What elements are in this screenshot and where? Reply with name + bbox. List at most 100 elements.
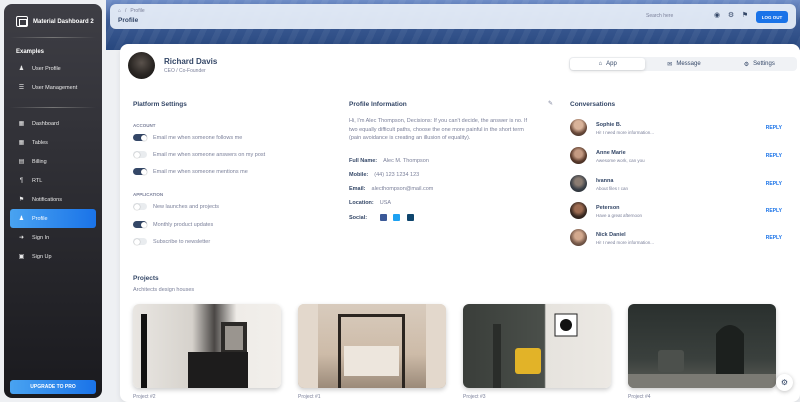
setting-row: New launches and projects	[133, 203, 219, 210]
home-icon: ⌂	[598, 61, 603, 67]
sidebar-item-label: User Profile	[32, 65, 61, 72]
project-image[interactable]	[463, 304, 611, 388]
project-illustration	[298, 304, 446, 388]
conversations-title: Conversations	[570, 101, 616, 108]
toggle-switch[interactable]	[133, 168, 147, 175]
breadcrumb: ⌂ / Profile	[118, 8, 145, 14]
toggle-switch[interactable]	[133, 238, 147, 245]
toggle-switch[interactable]	[133, 134, 147, 141]
avatar	[128, 52, 155, 79]
dashboard-logo-icon	[16, 16, 28, 27]
tab-app[interactable]: ⌂ App	[570, 58, 646, 70]
account-icon[interactable]: ◉	[713, 11, 721, 21]
sidebar-examples: ♟ User Profile ☰ User Management	[4, 59, 102, 97]
twitter-icon[interactable]	[393, 214, 401, 221]
setting-row: Subscribe to newsletter	[133, 238, 210, 245]
account-heading: ACCOUNT	[133, 123, 156, 128]
brand[interactable]: Material Dashboard 2	[4, 4, 102, 27]
project-illustration	[628, 325, 776, 388]
sidebar-item-dashboard[interactable]: ▦ Dashboard	[10, 114, 96, 133]
sidebar-item-profile[interactable]: ♟ Profile	[10, 209, 96, 228]
project-caption: Project #2	[133, 394, 156, 400]
table-icon: ▦	[18, 140, 25, 146]
project-image[interactable]	[133, 304, 281, 388]
sidebar-item-label: Notifications	[32, 196, 62, 203]
email-icon: ✉	[667, 61, 673, 68]
profile-name: Richard Davis	[164, 57, 218, 66]
edit-icon[interactable]: ✎	[548, 100, 553, 107]
project-image[interactable]	[298, 304, 446, 388]
toggle-switch[interactable]	[133, 221, 147, 228]
logout-button[interactable]: LOG OUT	[756, 11, 788, 23]
profile-tabs: ⌂ App ✉ Message ⚙ Settings	[569, 57, 797, 71]
gear-icon[interactable]: ⚙	[727, 11, 735, 21]
conversation-message: About files I can	[596, 186, 629, 191]
project-illustration	[493, 313, 578, 388]
instagram-icon[interactable]	[406, 214, 414, 221]
toggle-switch[interactable]	[133, 203, 147, 210]
sidebar-item-label: User Management	[32, 84, 78, 91]
search-input[interactable]: Search here	[644, 10, 706, 22]
sidebar-item-sign-up[interactable]: ▣ Sign Up	[10, 247, 96, 266]
info-value: USA	[379, 200, 392, 206]
sidebar-item-notifications[interactable]: ⚑ Notifications	[10, 190, 96, 209]
sidebar-item-label: Profile	[32, 215, 48, 222]
project-image[interactable]	[628, 304, 776, 388]
profile-info-title: Profile Information	[349, 101, 407, 108]
settings-icon: ⚙	[743, 61, 750, 68]
tab-settings[interactable]: ⚙ Settings	[722, 57, 797, 71]
conversation-message: Hi! I need more information...	[596, 130, 655, 135]
setting-label: Monthly product updates	[153, 221, 214, 228]
home-icon[interactable]: ⌂	[118, 8, 121, 14]
sidebar-item-sign-in[interactable]: ➜ Sign In	[10, 228, 96, 247]
sidebar-item-rtl[interactable]: ¶ RTL	[10, 171, 96, 190]
breadcrumb-separator: /	[125, 8, 127, 14]
profile-card: Richard Davis CEO / Co-Founder ⌂ App ✉ Mes…	[120, 44, 800, 402]
setting-label: Subscribe to newsletter	[153, 238, 211, 245]
reply-button[interactable]: REPLY	[766, 235, 782, 241]
sidebar-item-label: Sign Up	[32, 253, 52, 260]
conversation-name: Nick Daniel	[596, 232, 626, 238]
info-value: Alec M. Thompson	[383, 158, 429, 164]
avatar	[570, 147, 587, 164]
conversation-item: Ivanna About files I can REPLY	[570, 175, 792, 195]
project-illustration	[141, 314, 248, 388]
conversation-item: Sophie B. Hi! I need more information...…	[570, 119, 792, 139]
avatar	[570, 229, 587, 246]
reply-button[interactable]: REPLY	[766, 125, 782, 131]
reply-button[interactable]: REPLY	[766, 181, 782, 187]
sidebar-main: ▦ Dashboard ▦ Tables ▤ Billing ¶ RTL ⚑ Notifi…	[4, 114, 102, 266]
sidebar-item-label: Billing	[32, 158, 47, 165]
facebook-icon[interactable]	[379, 214, 387, 221]
login-icon: ➜	[18, 235, 25, 241]
sidebar-item-tables[interactable]: ▦ Tables	[10, 133, 96, 152]
application-heading: APPLICATION	[133, 192, 164, 197]
setting-row: Email me when someone answers on my post	[133, 151, 265, 158]
tab-message[interactable]: ✉ Message	[646, 57, 721, 71]
setting-label: Email me when someone mentions me	[153, 168, 248, 175]
bell-icon[interactable]: ⚑	[741, 11, 749, 21]
sidebar-item-billing[interactable]: ▤ Billing	[10, 152, 96, 171]
info-row-social: Social:	[349, 214, 414, 221]
conversation-message: Have a great afternoon	[596, 213, 643, 218]
tab-label: Settings	[753, 61, 775, 67]
sidebar-item-user-management[interactable]: ☰ User Management	[10, 78, 96, 97]
reply-button[interactable]: REPLY	[766, 208, 782, 214]
profile-bio: Hi, I'm Alec Thompson, Decisions: If you…	[349, 118, 528, 141]
list-icon: ☰	[18, 85, 25, 91]
avatar	[570, 119, 587, 136]
setting-row: Email me when someone follows me	[133, 134, 242, 141]
user-icon: ♟	[18, 66, 25, 72]
assignment-icon: ▣	[18, 254, 25, 260]
toggle-switch[interactable]	[133, 151, 147, 158]
sidebar-item-user-profile[interactable]: ♟ User Profile	[10, 59, 96, 78]
reply-button[interactable]: REPLY	[766, 153, 782, 159]
conversation-item: Anne Marie Awesome work, can you REPLY	[570, 147, 792, 167]
projects-title: Projects	[133, 275, 159, 282]
upgrade-button[interactable]: UPGRADE TO PRO	[10, 380, 96, 394]
configurator-gear-icon[interactable]: ⚙	[776, 374, 793, 391]
profile-role: CEO / Co-Founder	[164, 68, 206, 74]
dashboard-icon: ▦	[18, 121, 25, 127]
info-row-email: Email: alecthompson@mail.com	[349, 186, 433, 192]
info-label: Mobile:	[349, 172, 369, 178]
